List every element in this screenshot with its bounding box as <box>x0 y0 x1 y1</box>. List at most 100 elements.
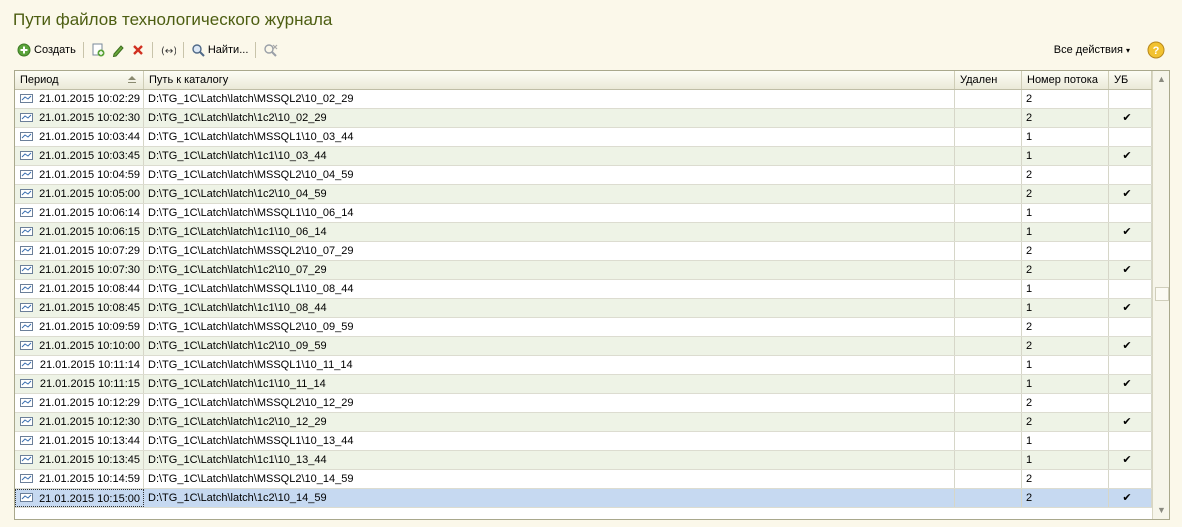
row-path-cell[interactable]: D:\TG_1C\Latch\latch\MSSQL2\10_02_29 <box>144 90 955 108</box>
row-period-cell[interactable]: 21.01.2015 10:11:14 <box>15 356 144 374</box>
row-deleted-cell[interactable] <box>955 128 1022 146</box>
row-period-cell[interactable]: 21.01.2015 10:03:44 <box>15 128 144 146</box>
row-stream-cell[interactable]: 1 <box>1022 451 1109 469</box>
create-button[interactable]: Создать <box>14 40 79 60</box>
row-deleted-cell[interactable] <box>955 375 1022 393</box>
vertical-scrollbar[interactable]: ▲ ▼ <box>1152 71 1169 519</box>
row-deleted-cell[interactable] <box>955 90 1022 108</box>
row-ub-cell[interactable]: ✔ <box>1109 299 1152 317</box>
row-path-cell[interactable]: D:\TG_1C\Latch\latch\1c1\10_11_14 <box>144 375 955 393</box>
row-path-cell[interactable]: D:\TG_1C\Latch\latch\MSSQL2\10_14_59 <box>144 470 955 488</box>
row-ub-cell[interactable]: ✔ <box>1109 223 1152 241</box>
row-deleted-cell[interactable] <box>955 337 1022 355</box>
table-row[interactable]: 21.01.2015 10:02:29 D:\TG_1C\Latch\latch\… <box>15 90 1152 109</box>
table-row[interactable]: 21.01.2015 10:03:44 D:\TG_1C\Latch\latch\… <box>15 128 1152 147</box>
row-deleted-cell[interactable] <box>955 147 1022 165</box>
row-ub-cell[interactable] <box>1109 470 1152 488</box>
row-path-cell[interactable]: D:\TG_1C\Latch\latch\1c2\10_04_59 <box>144 185 955 203</box>
row-period-cell[interactable]: 21.01.2015 10:13:44 <box>15 432 144 450</box>
copy-button[interactable] <box>88 40 108 60</box>
row-period-cell[interactable]: 21.01.2015 10:05:00 <box>15 185 144 203</box>
row-path-cell[interactable]: D:\TG_1C\Latch\latch\MSSQL1\10_03_44 <box>144 128 955 146</box>
row-ub-cell[interactable]: ✔ <box>1109 413 1152 431</box>
row-stream-cell[interactable]: 2 <box>1022 109 1109 127</box>
row-path-cell[interactable]: D:\TG_1C\Latch\latch\1c2\10_02_29 <box>144 109 955 127</box>
row-ub-cell[interactable]: ✔ <box>1109 451 1152 469</box>
row-deleted-cell[interactable] <box>955 432 1022 450</box>
row-path-cell[interactable]: D:\TG_1C\Latch\latch\MSSQL1\10_08_44 <box>144 280 955 298</box>
row-path-cell[interactable]: D:\TG_1C\Latch\latch\1c2\10_09_59 <box>144 337 955 355</box>
column-header-ub[interactable]: УБ <box>1109 71 1152 89</box>
scroll-up-icon[interactable]: ▲ <box>1153 71 1169 88</box>
table-row[interactable]: 21.01.2015 10:07:30 D:\TG_1C\Latch\latch\… <box>15 261 1152 280</box>
row-deleted-cell[interactable] <box>955 109 1022 127</box>
all-actions-menu[interactable]: Все действия ▾ <box>1050 44 1134 56</box>
row-period-cell[interactable]: 21.01.2015 10:06:15 <box>15 223 144 241</box>
help-button[interactable]: ? <box>1144 40 1168 60</box>
row-period-cell[interactable]: 21.01.2015 10:12:30 <box>15 413 144 431</box>
row-deleted-cell[interactable] <box>955 470 1022 488</box>
row-ub-cell[interactable] <box>1109 432 1152 450</box>
row-stream-cell[interactable]: 1 <box>1022 223 1109 241</box>
column-header-deleted[interactable]: Удален <box>955 71 1022 89</box>
row-stream-cell[interactable]: 2 <box>1022 489 1109 507</box>
row-path-cell[interactable]: D:\TG_1C\Latch\latch\1c2\10_07_29 <box>144 261 955 279</box>
row-stream-cell[interactable]: 2 <box>1022 261 1109 279</box>
row-period-cell[interactable]: 21.01.2015 10:07:30 <box>15 261 144 279</box>
row-stream-cell[interactable]: 1 <box>1022 128 1109 146</box>
row-ub-cell[interactable] <box>1109 166 1152 184</box>
row-period-cell[interactable]: 21.01.2015 10:08:45 <box>15 299 144 317</box>
row-stream-cell[interactable]: 2 <box>1022 337 1109 355</box>
row-path-cell[interactable]: D:\TG_1C\Latch\latch\MSSQL1\10_11_14 <box>144 356 955 374</box>
row-ub-cell[interactable]: ✔ <box>1109 489 1152 507</box>
row-period-cell[interactable]: 21.01.2015 10:13:45 <box>15 451 144 469</box>
column-header-stream[interactable]: Номер потока <box>1022 71 1109 89</box>
column-header-path[interactable]: Путь к каталогу <box>144 71 955 89</box>
table-row[interactable]: 21.01.2015 10:02:30 D:\TG_1C\Latch\latch\… <box>15 109 1152 128</box>
table-row[interactable]: 21.01.2015 10:11:15 D:\TG_1C\Latch\latch\… <box>15 375 1152 394</box>
scroll-down-icon[interactable]: ▼ <box>1153 502 1169 519</box>
clear-search-button[interactable] <box>260 40 282 60</box>
row-stream-cell[interactable]: 2 <box>1022 242 1109 260</box>
row-path-cell[interactable]: D:\TG_1C\Latch\latch\MSSQL1\10_13_44 <box>144 432 955 450</box>
row-ub-cell[interactable] <box>1109 128 1152 146</box>
row-stream-cell[interactable]: 1 <box>1022 299 1109 317</box>
row-period-cell[interactable]: 21.01.2015 10:08:44 <box>15 280 144 298</box>
row-period-cell[interactable]: 21.01.2015 10:06:14 <box>15 204 144 222</box>
row-path-cell[interactable]: D:\TG_1C\Latch\latch\MSSQL2\10_09_59 <box>144 318 955 336</box>
edit-button[interactable] <box>108 40 128 60</box>
row-stream-cell[interactable]: 1 <box>1022 356 1109 374</box>
table-row[interactable]: 21.01.2015 10:04:59 D:\TG_1C\Latch\latch\… <box>15 166 1152 185</box>
row-deleted-cell[interactable] <box>955 451 1022 469</box>
table-row[interactable]: 21.01.2015 10:10:00 D:\TG_1C\Latch\latch\… <box>15 337 1152 356</box>
row-period-cell[interactable]: 21.01.2015 10:10:00 <box>15 337 144 355</box>
row-path-cell[interactable]: D:\TG_1C\Latch\latch\1c1\10_03_44 <box>144 147 955 165</box>
row-deleted-cell[interactable] <box>955 280 1022 298</box>
table-row[interactable]: 21.01.2015 10:11:14 D:\TG_1C\Latch\latch\… <box>15 356 1152 375</box>
column-header-period[interactable]: Период <box>15 71 144 89</box>
row-deleted-cell[interactable] <box>955 242 1022 260</box>
row-period-cell[interactable]: 21.01.2015 10:09:59 <box>15 318 144 336</box>
table-row[interactable]: 21.01.2015 10:13:44 D:\TG_1C\Latch\latch\… <box>15 432 1152 451</box>
row-stream-cell[interactable]: 2 <box>1022 318 1109 336</box>
row-stream-cell[interactable]: 1 <box>1022 204 1109 222</box>
row-stream-cell[interactable]: 1 <box>1022 147 1109 165</box>
row-ub-cell[interactable]: ✔ <box>1109 147 1152 165</box>
row-period-cell[interactable]: 21.01.2015 10:02:30 <box>15 109 144 127</box>
table-row[interactable]: 21.01.2015 10:05:00 D:\TG_1C\Latch\latch\… <box>15 185 1152 204</box>
row-path-cell[interactable]: D:\TG_1C\Latch\latch\MSSQL2\10_07_29 <box>144 242 955 260</box>
row-stream-cell[interactable]: 1 <box>1022 432 1109 450</box>
table-row[interactable]: 21.01.2015 10:03:45 D:\TG_1C\Latch\latch\… <box>15 147 1152 166</box>
table-row[interactable]: 21.01.2015 10:14:59 D:\TG_1C\Latch\latch\… <box>15 470 1152 489</box>
row-period-cell[interactable]: 21.01.2015 10:14:59 <box>15 470 144 488</box>
table-row[interactable]: 21.01.2015 10:12:29 D:\TG_1C\Latch\latch\… <box>15 394 1152 413</box>
interval-button[interactable]: (↔) <box>157 40 179 60</box>
row-stream-cell[interactable]: 2 <box>1022 413 1109 431</box>
row-ub-cell[interactable]: ✔ <box>1109 185 1152 203</box>
row-period-cell[interactable]: 21.01.2015 10:15:00 <box>15 489 144 507</box>
table-row[interactable]: 21.01.2015 10:08:44 D:\TG_1C\Latch\latch\… <box>15 280 1152 299</box>
row-stream-cell[interactable]: 1 <box>1022 375 1109 393</box>
row-deleted-cell[interactable] <box>955 185 1022 203</box>
row-ub-cell[interactable] <box>1109 204 1152 222</box>
find-button[interactable]: Найти... <box>188 40 252 60</box>
